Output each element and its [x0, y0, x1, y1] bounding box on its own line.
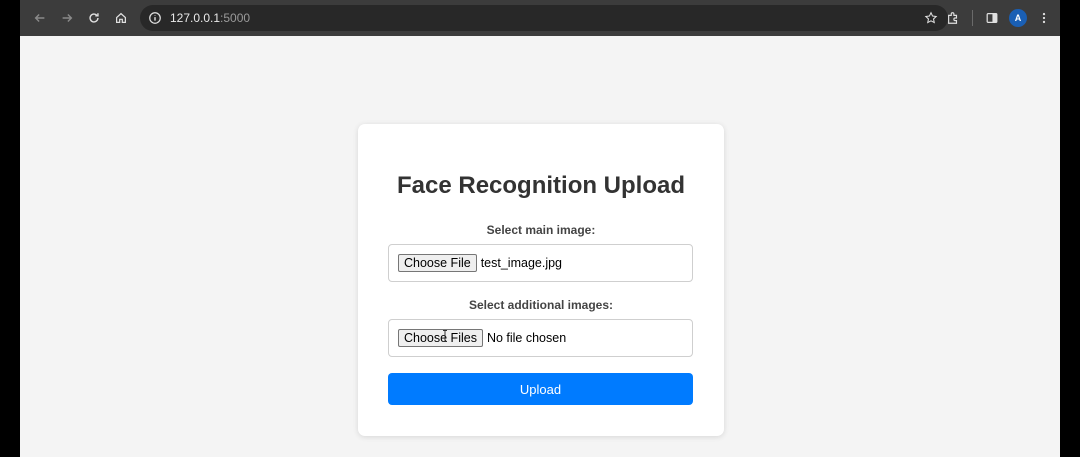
- choose-files-button[interactable]: Choose Files: [398, 329, 483, 347]
- home-button[interactable]: [108, 5, 134, 31]
- address-bar[interactable]: 127.0.0.1:5000: [140, 5, 948, 31]
- reload-button[interactable]: [81, 5, 107, 31]
- extensions-button[interactable]: [940, 5, 966, 31]
- additional-images-file-name: No file chosen: [486, 331, 567, 345]
- url-text: 127.0.0.1:5000: [170, 11, 250, 25]
- main-image-file-input[interactable]: Choose File test_image.jpg: [388, 244, 693, 282]
- home-icon: [116, 12, 126, 23]
- profile-avatar: A: [1009, 9, 1027, 27]
- url-port: :5000: [220, 11, 251, 25]
- more-menu-button[interactable]: [1031, 5, 1057, 31]
- back-button[interactable]: [27, 5, 53, 31]
- side-panel-icon: [986, 13, 998, 23]
- extensions-icon: [948, 12, 958, 24]
- url-host: 127.0.0.1: [170, 11, 221, 25]
- toolbar-actions: A: [940, 5, 1057, 31]
- page-viewport: Face Recognition Upload Select main imag…: [20, 36, 1060, 457]
- forward-button[interactable]: [54, 5, 80, 31]
- upload-button[interactable]: Upload: [388, 373, 693, 405]
- forward-icon: [62, 14, 73, 22]
- page-title: Face Recognition Upload: [396, 172, 686, 199]
- browser-toolbar: 127.0.0.1:5000 A: [20, 0, 1060, 36]
- back-icon: [34, 14, 45, 22]
- toolbar-divider: [972, 10, 973, 26]
- site-info-icon[interactable]: [148, 11, 162, 25]
- upload-card: Face Recognition Upload Select main imag…: [358, 124, 724, 436]
- profile-button[interactable]: A: [1005, 5, 1031, 31]
- side-panel-button[interactable]: [979, 5, 1005, 31]
- main-image-label: Select main image:: [486, 223, 596, 237]
- choose-file-button[interactable]: Choose File: [398, 254, 477, 272]
- bookmark-star-icon[interactable]: [924, 11, 938, 25]
- more-menu-icon: [1042, 12, 1046, 24]
- reload-icon: [89, 13, 99, 23]
- text-cursor-icon: [443, 330, 447, 342]
- main-image-file-name: test_image.jpg: [480, 256, 563, 270]
- additional-images-label: Select additional images:: [468, 298, 614, 312]
- additional-images-file-input[interactable]: Choose Files No file chosen: [388, 319, 693, 357]
